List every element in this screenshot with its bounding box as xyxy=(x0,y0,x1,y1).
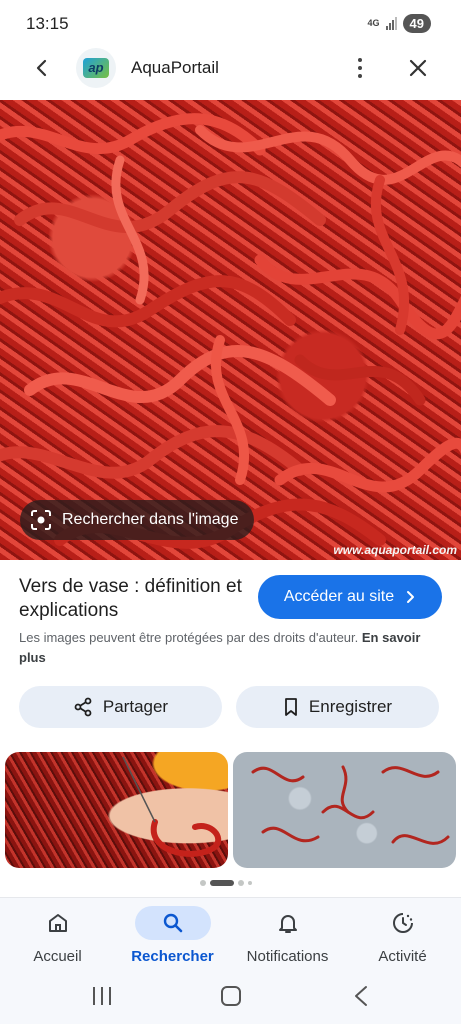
share-icon xyxy=(74,697,92,717)
share-button[interactable]: Partager xyxy=(19,686,222,728)
back-system-icon xyxy=(355,986,367,1006)
bloodworms-photo xyxy=(0,113,461,549)
nav-activity-label: Activité xyxy=(378,948,427,965)
share-label: Partager xyxy=(102,697,169,716)
nav-notifications-label: Notifications xyxy=(246,948,329,965)
related-image-2[interactable] xyxy=(233,752,456,868)
visit-site-label: Accéder au site xyxy=(283,588,395,605)
copyright-notice: Les images peuvent être protégées par de… xyxy=(19,628,439,668)
bottom-navigation: Accueil Rechercher Notifications Activit… xyxy=(0,897,461,978)
home-icon xyxy=(48,914,67,932)
system-navigation-bar xyxy=(0,977,461,1024)
save-label: Enregistrer xyxy=(308,697,393,716)
save-button[interactable]: Enregistrer xyxy=(236,686,439,728)
copyright-text: Les images peuvent être protégées par de… xyxy=(19,630,359,645)
result-title[interactable]: Vers de vase : définition et explication… xyxy=(19,575,249,623)
activity-icon xyxy=(392,913,413,933)
carousel-dot xyxy=(200,880,206,886)
nav-home[interactable]: Accueil xyxy=(0,906,115,965)
related-image-1[interactable] xyxy=(5,752,228,868)
search-in-image-button[interactable]: Rechercher dans l'image xyxy=(20,500,255,540)
bell-icon xyxy=(278,915,297,933)
aquaportail-logo-icon: ap xyxy=(83,58,109,78)
status-indicators: 4G 49 xyxy=(368,14,431,33)
search-icon xyxy=(163,913,182,933)
nav-search-label: Rechercher xyxy=(131,948,214,965)
recent-apps-icon xyxy=(93,987,111,1005)
site-logo[interactable]: ap xyxy=(76,48,116,88)
carousel-dot xyxy=(238,880,244,886)
bloodworms-in-water-photo xyxy=(251,765,450,845)
bookmark-icon xyxy=(285,698,297,716)
carousel-dot xyxy=(248,881,252,885)
network-label: 4G xyxy=(367,18,380,28)
chevron-right-icon xyxy=(407,591,415,603)
bloodworm-on-finger-photo xyxy=(122,756,222,857)
image-watermark: www.aquaportail.com xyxy=(333,543,457,557)
system-nav-icons xyxy=(93,986,367,1006)
chevron-left-icon xyxy=(36,59,47,77)
visit-site-button[interactable]: Accéder au site xyxy=(258,575,442,619)
signal-icon xyxy=(385,17,397,30)
nav-home-label: Accueil xyxy=(33,948,82,965)
close-button[interactable] xyxy=(404,54,432,82)
home-system-icon xyxy=(221,986,241,1006)
carousel-indicator xyxy=(200,880,252,886)
nav-notifications[interactable]: Notifications xyxy=(230,906,345,965)
status-time: 13:15 xyxy=(26,14,69,33)
nav-search[interactable]: Rechercher xyxy=(115,906,230,965)
back-button[interactable] xyxy=(28,54,56,82)
more-vert-icon xyxy=(358,58,362,62)
battery-indicator: 49 xyxy=(402,14,431,33)
nav-activity[interactable]: Activité xyxy=(345,906,460,965)
search-in-image-label: Rechercher dans l'image xyxy=(62,511,239,528)
more-options-button[interactable] xyxy=(348,54,372,82)
carousel-dot-active xyxy=(210,880,234,886)
site-name[interactable]: AquaPortail xyxy=(131,58,219,78)
hero-image[interactable] xyxy=(0,100,461,560)
lens-icon xyxy=(31,510,51,530)
close-icon xyxy=(409,59,427,77)
